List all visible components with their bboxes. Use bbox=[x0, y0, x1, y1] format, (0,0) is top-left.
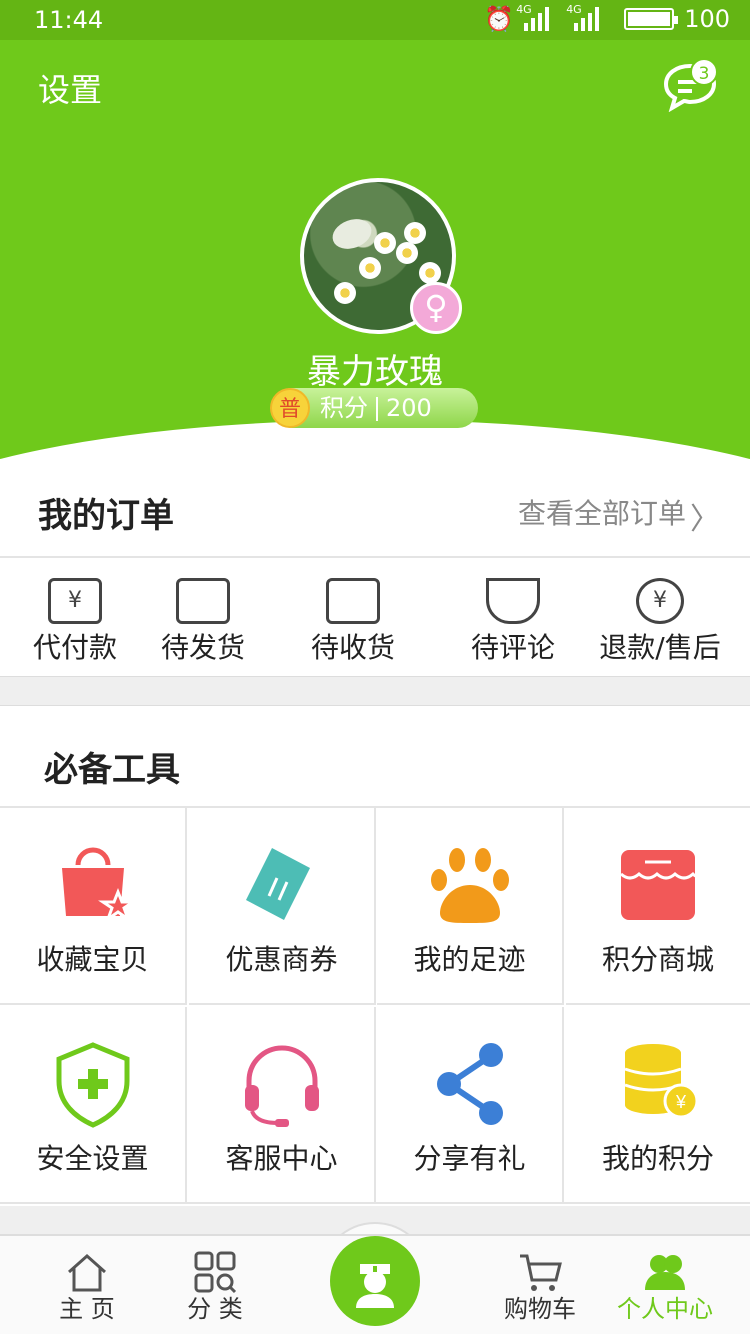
nurse-icon bbox=[356, 1264, 394, 1308]
svg-text:¥: ¥ bbox=[675, 1092, 687, 1112]
settings-button[interactable]: 设置 bbox=[38, 65, 102, 111]
section-divider bbox=[0, 676, 750, 706]
tools-grid: 收藏宝贝 优惠商券 我的足迹 积分商城 安全设置 客服中心 分享有礼 ¥ 我的积… bbox=[0, 806, 750, 1204]
truck-icon bbox=[326, 578, 380, 624]
status-icons: ⏰ 4G 4G 100 bbox=[484, 3, 730, 33]
headset-icon bbox=[244, 1045, 319, 1127]
status-time: 11:44 bbox=[34, 6, 104, 34]
points-label: 积分 bbox=[320, 394, 368, 422]
tools-title: 必备工具 bbox=[44, 750, 180, 790]
share-icon bbox=[436, 1043, 503, 1125]
signal-icon: 4G bbox=[566, 3, 614, 33]
tool-favorites[interactable]: 收藏宝贝 bbox=[0, 808, 187, 1005]
profile-header: 设置 3 ♀ 暴力玫瑰 普 积分 200 bbox=[0, 40, 750, 460]
tool-customer-service[interactable]: 客服中心 bbox=[189, 1007, 376, 1204]
points-pill[interactable]: 普 积分 200 bbox=[270, 388, 478, 428]
tool-points-mall[interactable]: 积分商城 bbox=[566, 808, 750, 1005]
cart-icon bbox=[520, 1254, 562, 1291]
signal-icon: 4G bbox=[516, 3, 564, 33]
paw-icon bbox=[430, 848, 509, 923]
battery-level: 100 bbox=[684, 5, 730, 33]
tool-security[interactable]: 安全设置 bbox=[0, 1007, 187, 1204]
chevron-right-icon: 〉 bbox=[690, 502, 720, 537]
profile-icon bbox=[645, 1255, 685, 1290]
female-icon: ♀ bbox=[410, 282, 462, 334]
refund-icon: ¥ bbox=[636, 578, 684, 624]
points-value: 200 bbox=[386, 394, 432, 422]
order-pending-receipt[interactable]: 待收货 bbox=[278, 560, 428, 676]
battery-icon bbox=[624, 8, 679, 30]
coins-icon: ¥ bbox=[624, 1044, 699, 1119]
store-icon bbox=[620, 850, 698, 920]
level-badge: 普 bbox=[270, 388, 310, 428]
tab-profile[interactable]: 个人中心 bbox=[590, 1236, 740, 1336]
orders-header[interactable]: 我的订单 查看全部订单 〉 bbox=[0, 460, 750, 558]
view-all-orders-link[interactable]: 查看全部订单 bbox=[518, 492, 686, 532]
center-nurse-button[interactable] bbox=[330, 1236, 420, 1326]
message-badge: 3 bbox=[690, 58, 718, 86]
tool-coupons[interactable]: 优惠商券 bbox=[189, 808, 376, 1005]
status-bar: 11:44 ⏰ 4G 4G 100 bbox=[0, 0, 750, 40]
tulip-icon bbox=[486, 578, 540, 624]
package-icon bbox=[176, 578, 230, 624]
favorite-bag-icon bbox=[61, 847, 138, 923]
alarm-icon: ⏰ bbox=[484, 5, 515, 33]
shield-icon bbox=[56, 1042, 129, 1128]
order-pending-review[interactable]: 待评论 bbox=[438, 560, 588, 676]
tool-footprints[interactable]: 我的足迹 bbox=[377, 808, 564, 1005]
coupon-icon bbox=[245, 848, 310, 920]
home-icon bbox=[68, 1253, 106, 1292]
order-pending-shipment[interactable]: 待发货 bbox=[128, 560, 278, 676]
order-refund[interactable]: ¥ 退款/售后 bbox=[580, 560, 740, 676]
orders-title: 我的订单 bbox=[38, 496, 174, 536]
order-status-row: ¥ 代付款 待发货 待收货 待评论 ¥ 退款/售后 bbox=[0, 560, 750, 676]
payment-icon: ¥ bbox=[48, 578, 102, 624]
category-icon bbox=[194, 1251, 237, 1294]
tool-my-points[interactable]: ¥ 我的积分 bbox=[566, 1007, 750, 1204]
username: 暴力玫瑰 bbox=[307, 352, 443, 392]
tab-category[interactable]: 分 类 bbox=[140, 1236, 290, 1336]
tool-share[interactable]: 分享有礼 bbox=[377, 1007, 564, 1204]
